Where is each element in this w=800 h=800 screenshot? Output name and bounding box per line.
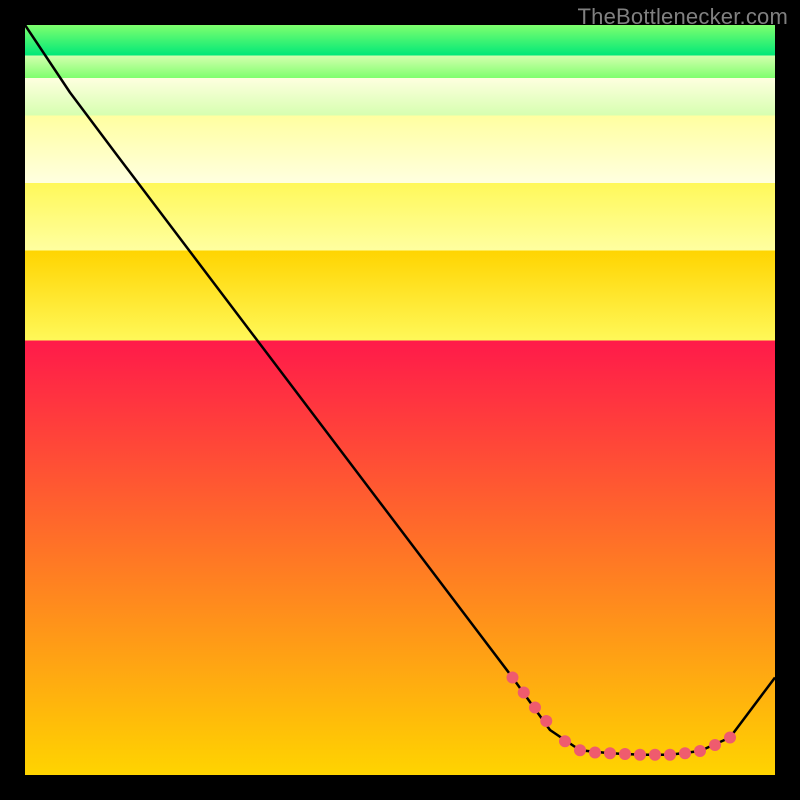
data-point: [709, 739, 721, 751]
data-point: [540, 715, 552, 727]
data-point: [664, 749, 676, 761]
bottleneck-chart: [25, 25, 775, 775]
data-point: [649, 749, 661, 761]
data-point: [589, 747, 601, 759]
data-point: [679, 747, 691, 759]
data-point: [604, 747, 616, 759]
data-point: [559, 735, 571, 747]
data-point: [507, 672, 519, 684]
chart-frame: TheBottlenecker.com: [0, 0, 800, 800]
data-point: [518, 687, 530, 699]
data-point: [529, 702, 541, 714]
data-point: [619, 748, 631, 760]
data-point: [694, 745, 706, 757]
data-point: [634, 749, 646, 761]
data-point: [724, 732, 736, 744]
data-point: [574, 744, 586, 756]
